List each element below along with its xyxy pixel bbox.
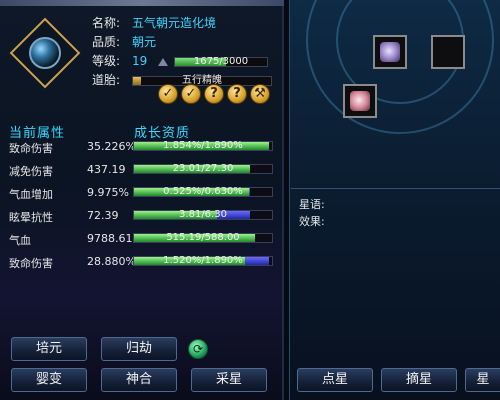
stat-value: 437.19 — [87, 163, 126, 176]
growth-text: 515.19/588.00 — [166, 232, 240, 243]
check-icon[interactable]: ✓ — [181, 84, 201, 104]
stat-name: 致命伤害 — [9, 257, 53, 270]
dianxing-button[interactable]: 点星 — [297, 368, 373, 392]
growth-bar: 515.19/588.00 — [133, 232, 273, 243]
question-icon[interactable]: ? — [204, 84, 224, 104]
shenhe-button[interactable]: 神合 — [101, 368, 177, 392]
level-row: 等级: 19 1675/3000 — [92, 52, 272, 71]
level-up-arrow-icon — [158, 57, 168, 66]
growth-text: 23.01/27.30 — [172, 163, 234, 174]
rune-icon — [380, 42, 400, 62]
star-slot-gem[interactable] — [343, 84, 377, 118]
star-slot-empty[interactable] — [431, 35, 465, 69]
growth-bar: 1.854%/1.890% — [133, 140, 273, 151]
stat-row: 致命伤害 28.880% 1.520%/1.890% — [9, 252, 279, 275]
stat-value: 9.975% — [87, 186, 129, 199]
third-star-button[interactable]: 星 — [465, 368, 500, 392]
exp-text: 1675/3000 — [193, 55, 249, 67]
stat-row: 眩晕抗性 72.39 3.81/6.30 — [9, 206, 279, 229]
growth-bar: 23.01/27.30 — [133, 163, 273, 174]
zhaixing-button[interactable]: 摘星 — [381, 368, 457, 392]
stat-name: 气血 — [9, 234, 31, 247]
character-panel: 名称: 五气朝元造化境 品质: 朝元 等级: 19 1675/3000 道胎: … — [0, 0, 284, 400]
level-value: 19 — [132, 54, 148, 68]
soul-orb-icon — [29, 37, 61, 69]
top-tab-strip — [0, 0, 284, 6]
level-label: 等级: — [92, 54, 121, 68]
stat-value: 9788.61 — [87, 232, 133, 245]
growth-text: 1.854%/1.890% — [163, 140, 243, 151]
star-slot-rune[interactable] — [373, 35, 407, 69]
name-label: 名称: — [92, 16, 121, 30]
action-icon-row: ✓ ✓ ? ? ⚒ — [158, 84, 270, 104]
question-icon[interactable]: ? — [227, 84, 247, 104]
guijie-button[interactable]: 归劫 — [101, 337, 177, 361]
quality-label: 品质: — [92, 35, 121, 49]
stat-value: 35.226% — [87, 140, 136, 153]
stat-row: 气血 9788.61 515.19/588.00 — [9, 229, 279, 252]
growth-text: 1.520%/1.890% — [163, 255, 243, 266]
stat-name: 致命伤害 — [9, 142, 53, 155]
growth-text: 3.81/6.30 — [179, 209, 227, 220]
character-info: 名称: 五气朝元造化境 品质: 朝元 等级: 19 1675/3000 道胎: … — [92, 14, 272, 90]
stat-name: 减免伤害 — [9, 165, 53, 178]
growth-bar: 0.525%/0.630% — [133, 186, 273, 197]
check-icon[interactable]: ✓ — [158, 84, 178, 104]
quality-row: 品质: 朝元 — [92, 33, 272, 52]
stat-row: 减免伤害 437.19 23.01/27.30 — [9, 160, 279, 183]
refresh-icon[interactable]: ⟳ — [188, 339, 208, 359]
exp-bar: 1675/3000 — [174, 55, 268, 67]
star-panel-divider — [291, 188, 500, 189]
quality-value: 朝元 — [132, 35, 157, 49]
effect-label: 效果: — [299, 215, 325, 228]
stat-name: 气血增加 — [9, 188, 53, 201]
growth-bar: 3.81/6.30 — [133, 209, 273, 220]
gem-icon — [350, 91, 370, 111]
stat-row: 气血增加 9.975% 0.525%/0.630% — [9, 183, 279, 206]
stats-list: 致命伤害 35.226% 1.854%/1.890% 减免伤害 437.19 2… — [9, 137, 279, 275]
stat-value: 28.880% — [87, 255, 136, 268]
growth-text: 0.525%/0.630% — [163, 186, 243, 197]
name-value: 五气朝元造化境 — [132, 16, 217, 30]
stat-name: 眩晕抗性 — [9, 211, 53, 224]
growth-bar: 1.520%/1.890% — [133, 255, 273, 266]
embryo-label: 道胎: — [92, 73, 121, 87]
star-language-label: 星语: — [299, 198, 325, 211]
stat-value: 72.39 — [87, 209, 119, 222]
yingbian-button[interactable]: 婴变 — [11, 368, 87, 392]
name-row: 名称: 五气朝元造化境 — [92, 14, 272, 33]
caixing-button[interactable]: 采星 — [191, 368, 267, 392]
avatar[interactable] — [9, 17, 81, 89]
hammer-icon[interactable]: ⚒ — [250, 84, 270, 104]
peiyuan-button[interactable]: 培元 — [11, 337, 87, 361]
stat-row: 致命伤害 35.226% 1.854%/1.890% — [9, 137, 279, 160]
